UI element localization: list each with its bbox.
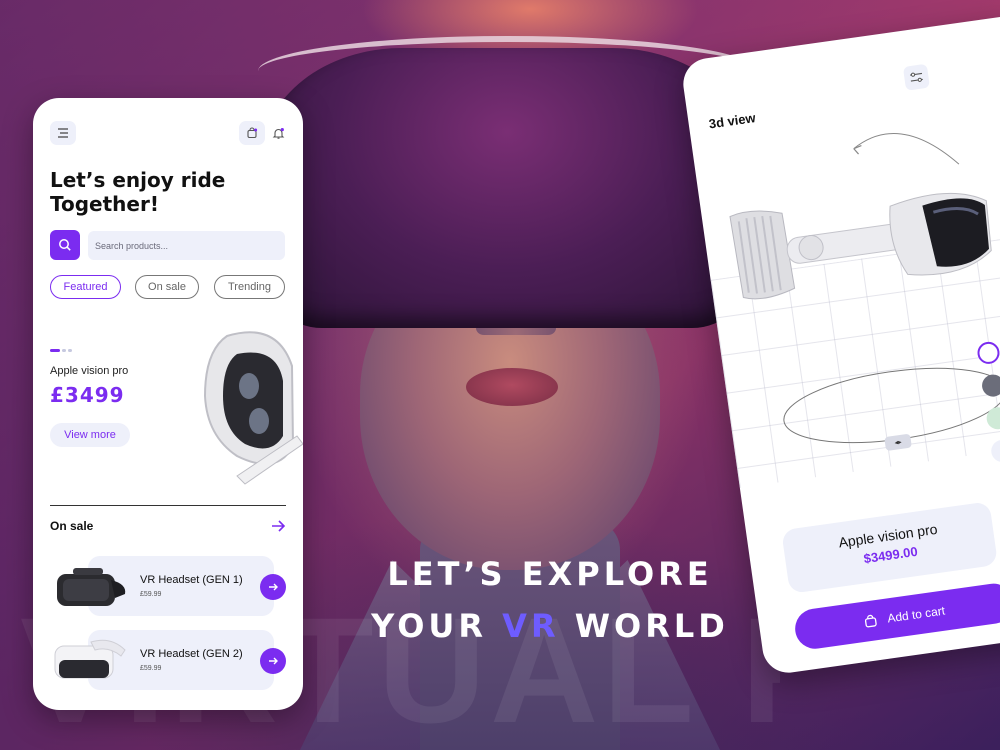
apple-vision-pro-image — [203, 331, 303, 485]
sale-item-go-button[interactable] — [260, 574, 286, 600]
headline-line-2-prefix: YOUR — [371, 607, 503, 645]
title-line-1: Let’s enjoy ride — [50, 168, 226, 192]
arrow-right-icon[interactable] — [269, 517, 287, 535]
page-title: Let’s enjoy ride Together! — [50, 168, 280, 216]
search-button[interactable] — [50, 230, 80, 260]
tab-trending[interactable]: Trending — [214, 275, 285, 299]
cart-icon[interactable] — [239, 121, 265, 145]
bag-icon — [864, 614, 877, 628]
sale-item-price: £59.99 — [140, 665, 162, 672]
vr-headset-image — [262, 48, 752, 328]
sale-item-price: £59.99 — [140, 591, 162, 598]
vr-headset-gen1-image — [57, 568, 126, 606]
tab-featured[interactable]: Featured — [50, 275, 121, 299]
search-icon — [59, 239, 71, 251]
headline-line-1: LET’S EXPLORE — [387, 555, 713, 593]
sale-item-name: VR Headset (GEN 1) — [140, 574, 243, 586]
search-input[interactable] — [88, 231, 285, 260]
section-divider — [50, 505, 286, 506]
headline-line-2: YOUR VR WORLD — [340, 600, 760, 652]
sale-item-go-button[interactable] — [260, 648, 286, 674]
lips-shape — [466, 368, 558, 406]
tab-on-sale[interactable]: On sale — [135, 275, 199, 299]
bell-icon[interactable] — [265, 121, 291, 145]
title-line-2: Together! — [50, 192, 159, 216]
headline-line-2-suffix: WORLD — [559, 607, 729, 645]
hero-headline: LET’S EXPLORE YOUR VR WORLD — [340, 548, 760, 652]
vr-headset-gen2-image — [54, 639, 126, 679]
product-summary-card: Apple vision pro $3499.00 — [781, 501, 999, 594]
on-sale-heading: On sale — [50, 519, 94, 533]
arrow-right-icon — [269, 657, 278, 665]
add-to-cart-label: Add to cart — [886, 603, 946, 626]
left-phone-screen: Let’s enjoy ride Together! Featured On s… — [33, 98, 303, 710]
carousel-indicator[interactable] — [50, 349, 72, 352]
featured-product-price: £3499 — [50, 383, 125, 407]
sale-item-name: VR Headset (GEN 2) — [140, 648, 243, 660]
add-to-cart-button[interactable]: Add to cart — [792, 581, 1000, 652]
view-title: 3d view — [707, 110, 757, 132]
featured-product-name: Apple vision pro — [50, 365, 129, 377]
arrow-right-icon — [269, 583, 278, 591]
headline-vr-highlight: VR — [502, 607, 560, 645]
sliders-icon[interactable] — [902, 63, 930, 91]
view-more-button[interactable]: View more — [50, 423, 130, 447]
menu-icon[interactable] — [50, 121, 76, 145]
